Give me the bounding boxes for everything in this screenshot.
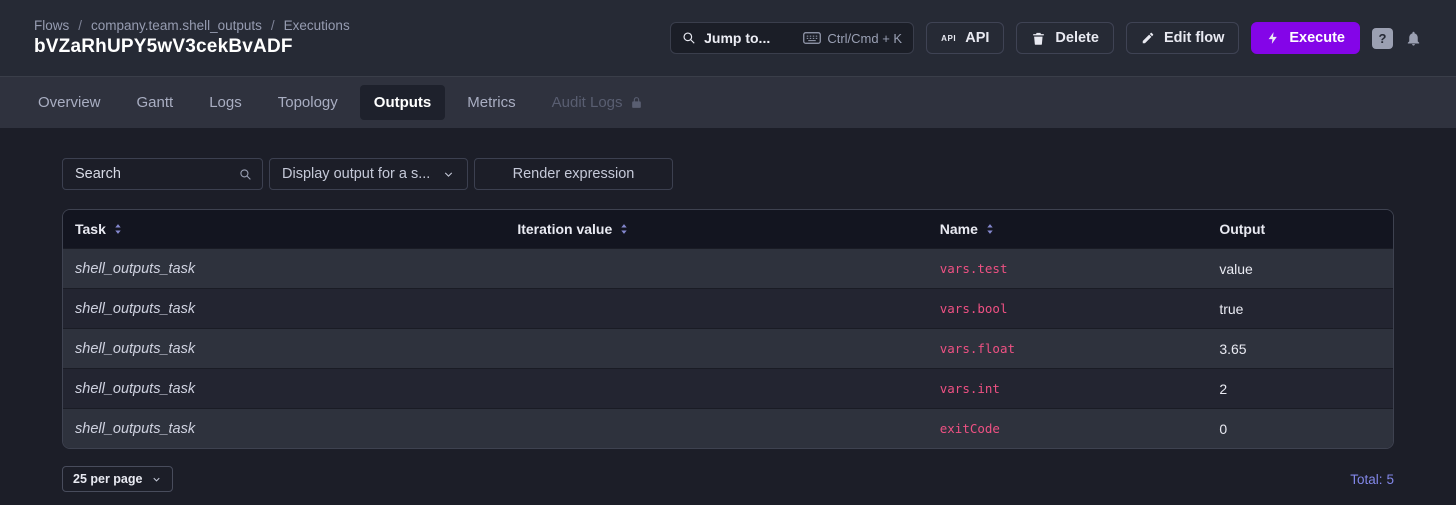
sort-icon bbox=[112, 223, 124, 235]
keyboard-shortcut: Ctrl/Cmd + K bbox=[803, 31, 902, 46]
tab-gantt[interactable]: Gantt bbox=[123, 85, 188, 120]
per-page-select[interactable]: 25 per page bbox=[62, 466, 173, 492]
page: Flows / company.team.shell_outputs / Exe… bbox=[0, 0, 1456, 492]
tab-topology[interactable]: Topology bbox=[264, 85, 352, 120]
question-mark-icon: ? bbox=[1379, 31, 1387, 46]
pencil-icon bbox=[1141, 31, 1155, 45]
name-cell: vars.bool bbox=[928, 301, 1208, 316]
delete-button[interactable]: Delete bbox=[1016, 22, 1114, 54]
header-actions: Jump to... Ctrl/Cmd + K API API Delete bbox=[670, 22, 1422, 54]
outputs-table: Task Iteration value Name bbox=[62, 209, 1394, 449]
column-header-name[interactable]: Name bbox=[928, 221, 1208, 237]
jump-to-button[interactable]: Jump to... Ctrl/Cmd + K bbox=[670, 22, 914, 54]
output-cell: 3.65 bbox=[1207, 341, 1393, 357]
keyboard-icon bbox=[803, 32, 821, 44]
total-label: Total: bbox=[1350, 472, 1382, 487]
table-header-row: Task Iteration value Name bbox=[63, 210, 1393, 248]
column-header-name-label: Name bbox=[940, 221, 978, 237]
jump-to-label: Jump to... bbox=[704, 30, 795, 46]
task-cell: shell_outputs_task bbox=[63, 261, 505, 277]
sort-icon bbox=[618, 223, 630, 235]
lightning-bolt-icon bbox=[1266, 31, 1280, 45]
task-cell: shell_outputs_task bbox=[63, 381, 505, 397]
name-cell: vars.int bbox=[928, 381, 1208, 396]
search-input[interactable] bbox=[63, 159, 262, 189]
tab-overview[interactable]: Overview bbox=[24, 85, 115, 120]
tab-logs[interactable]: Logs bbox=[195, 85, 256, 120]
table-row[interactable]: shell_outputs_task vars.int 2 bbox=[63, 368, 1393, 408]
page-title: bVZaRhUPY5wV3cekBvADF bbox=[34, 36, 350, 58]
table-row[interactable]: shell_outputs_task vars.test value bbox=[63, 248, 1393, 288]
notifications-button[interactable] bbox=[1405, 30, 1422, 47]
column-header-iteration-value-label: Iteration value bbox=[517, 221, 612, 237]
edit-flow-button-label: Edit flow bbox=[1164, 30, 1224, 46]
api-button[interactable]: API API bbox=[926, 22, 1004, 54]
display-output-selected-value: Display output for a s... bbox=[282, 166, 430, 182]
help-button[interactable]: ? bbox=[1372, 28, 1393, 49]
breadcrumb-separator: / bbox=[271, 18, 275, 33]
per-page-label: 25 per page bbox=[73, 472, 142, 486]
breadcrumb-flows[interactable]: Flows bbox=[34, 18, 69, 33]
outputs-panel: Display output for a s... Render express… bbox=[0, 128, 1456, 492]
breadcrumb: Flows / company.team.shell_outputs / Exe… bbox=[34, 18, 350, 33]
bell-icon bbox=[1405, 30, 1422, 47]
filter-bar: Display output for a s... Render express… bbox=[62, 158, 1394, 190]
search-icon bbox=[239, 168, 252, 186]
name-cell: vars.test bbox=[928, 261, 1208, 276]
column-header-task-label: Task bbox=[75, 221, 106, 237]
delete-button-label: Delete bbox=[1055, 30, 1099, 46]
tab-audit-logs-label: Audit Logs bbox=[552, 94, 623, 111]
search-icon bbox=[682, 31, 696, 45]
search-box bbox=[62, 158, 263, 190]
header-left: Flows / company.team.shell_outputs / Exe… bbox=[34, 18, 350, 58]
execute-button[interactable]: Execute bbox=[1251, 22, 1360, 54]
breadcrumb-separator: / bbox=[78, 18, 82, 33]
table-row[interactable]: shell_outputs_task vars.float 3.65 bbox=[63, 328, 1393, 368]
output-cell: 2 bbox=[1207, 381, 1393, 397]
api-button-label: API bbox=[965, 30, 989, 46]
total-count: Total: 5 bbox=[1350, 472, 1394, 487]
sort-icon bbox=[984, 223, 996, 235]
table-footer: 25 per page Total: 5 bbox=[62, 466, 1394, 492]
output-cell: true bbox=[1207, 301, 1393, 317]
column-header-iteration-value[interactable]: Iteration value bbox=[505, 221, 927, 237]
lock-icon bbox=[630, 96, 643, 109]
edit-flow-button[interactable]: Edit flow bbox=[1126, 22, 1239, 54]
trash-icon bbox=[1031, 31, 1046, 46]
task-cell: shell_outputs_task bbox=[63, 301, 505, 317]
tab-outputs[interactable]: Outputs bbox=[360, 85, 446, 120]
column-header-output: Output bbox=[1207, 221, 1393, 237]
output-cell: 0 bbox=[1207, 421, 1393, 437]
output-cell: value bbox=[1207, 261, 1393, 277]
table-row[interactable]: shell_outputs_task exitCode 0 bbox=[63, 408, 1393, 448]
api-icon: API bbox=[941, 34, 956, 43]
total-value: 5 bbox=[1386, 472, 1394, 487]
table-row[interactable]: shell_outputs_task vars.bool true bbox=[63, 288, 1393, 328]
task-cell: shell_outputs_task bbox=[63, 421, 505, 437]
keyboard-shortcut-text: Ctrl/Cmd + K bbox=[827, 31, 902, 46]
breadcrumb-executions[interactable]: Executions bbox=[284, 18, 350, 33]
name-cell: exitCode bbox=[928, 421, 1208, 436]
chevron-down-icon bbox=[442, 168, 455, 181]
execute-button-label: Execute bbox=[1289, 30, 1345, 46]
task-cell: shell_outputs_task bbox=[63, 341, 505, 357]
render-expression-button[interactable]: Render expression bbox=[474, 158, 673, 190]
breadcrumb-namespace[interactable]: company.team.shell_outputs bbox=[91, 18, 262, 33]
display-output-select[interactable]: Display output for a s... bbox=[269, 158, 468, 190]
top-header: Flows / company.team.shell_outputs / Exe… bbox=[0, 0, 1456, 76]
tab-audit-logs[interactable]: Audit Logs bbox=[538, 85, 657, 120]
column-header-task[interactable]: Task bbox=[63, 221, 505, 237]
name-cell: vars.float bbox=[928, 341, 1208, 356]
tab-metrics[interactable]: Metrics bbox=[453, 85, 529, 120]
column-header-output-label: Output bbox=[1219, 221, 1265, 237]
tab-bar: Overview Gantt Logs Topology Outputs Met… bbox=[0, 76, 1456, 128]
chevron-down-icon bbox=[151, 474, 162, 485]
